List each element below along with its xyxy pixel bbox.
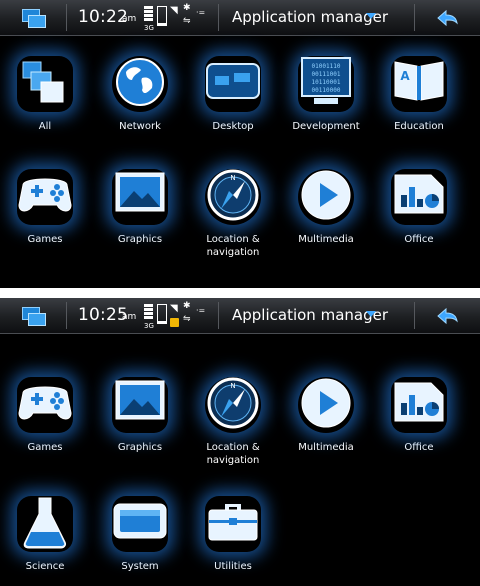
category-label: Network — [119, 121, 161, 132]
category-label: All — [38, 121, 52, 132]
page-title[interactable]: Application manager — [232, 8, 388, 26]
category-office[interactable]: Office — [372, 373, 466, 454]
category-label: Multimedia — [298, 442, 354, 453]
back-button[interactable] — [430, 304, 462, 328]
usb-icon: ⇋ — [183, 16, 191, 26]
category-system[interactable]: System — [93, 492, 187, 573]
category-desktop[interactable]: Desktop — [186, 52, 280, 133]
category-multimedia[interactable]: Multimedia — [279, 373, 373, 454]
picture-icon — [115, 380, 165, 420]
page-title[interactable]: Application manager — [232, 306, 388, 324]
usb-icon: ⇋ — [183, 314, 191, 324]
book-letter: A — [400, 69, 410, 83]
chart-document-icon — [394, 382, 444, 422]
category-label: Utilities — [214, 561, 252, 572]
clock-ampm: am — [122, 312, 137, 322]
category-label: Science — [25, 561, 65, 572]
clock-ampm: am — [122, 14, 137, 24]
compass-north: N — [230, 174, 235, 182]
app-manager-screen-2: 10:25 am 3G ◥ ✱ ⇋ ·= Application manager… — [0, 298, 480, 586]
battery-icon — [144, 304, 153, 320]
chart-document-icon — [394, 174, 444, 214]
category-label: Games — [27, 442, 63, 453]
gamepad-icon — [18, 178, 72, 212]
compass-icon: N — [207, 169, 259, 221]
category-utilities[interactable]: Utilities — [186, 492, 280, 573]
category-office[interactable]: Office — [372, 165, 466, 246]
bluetooth-icon: ✱ — [183, 301, 191, 311]
more-status-icon: ·= — [196, 8, 206, 17]
signal-icon — [157, 6, 167, 26]
category-label: Games — [27, 234, 63, 245]
bluetooth-icon: ✱ — [183, 3, 191, 13]
category-games[interactable]: Games — [0, 165, 92, 246]
status-bar: 10:22 am 3G ◥ ✱ ⇋ ·= Application manager — [0, 0, 480, 36]
dev-icon-text: 10110001 — [312, 79, 341, 86]
task-switcher-icon[interactable] — [18, 304, 50, 328]
wifi-icon: ◥ — [170, 303, 178, 314]
stacked-windows-icon — [22, 61, 64, 103]
dev-icon-text: 00111001 — [312, 71, 341, 78]
network-type: 3G — [144, 322, 154, 330]
chevron-down-icon[interactable] — [366, 311, 376, 317]
category-graphics[interactable]: Graphics — [93, 165, 187, 246]
category-education[interactable]: A Education — [372, 52, 466, 133]
category-development[interactable]: 01001110 00111001 10110001 00110000 Deve… — [279, 52, 373, 133]
clock[interactable]: 10:25 — [78, 305, 128, 325]
category-all[interactable]: All — [0, 52, 92, 133]
category-location[interactable]: N Location & navigation — [186, 165, 280, 259]
play-icon — [301, 170, 351, 220]
category-label: Graphics — [117, 442, 163, 453]
category-label: Desktop — [212, 121, 254, 132]
network-type: 3G — [144, 24, 154, 32]
category-label: Graphics — [117, 234, 163, 245]
category-location[interactable]: N Location & navigation — [186, 373, 280, 467]
category-label: Location & navigation — [206, 442, 260, 466]
category-science[interactable]: Science — [0, 492, 92, 573]
category-label: Office — [404, 442, 434, 453]
gamepad-icon — [18, 386, 72, 420]
category-label: Education — [394, 121, 444, 132]
compass-north: N — [230, 382, 235, 390]
back-arrow-icon — [437, 307, 458, 325]
dev-icon-text: 01001110 — [312, 63, 341, 70]
category-multimedia[interactable]: Multimedia — [279, 165, 373, 246]
back-button[interactable] — [430, 6, 462, 30]
category-label: Development — [292, 121, 360, 132]
battery-icon — [144, 6, 153, 22]
task-switcher-icon[interactable] — [18, 6, 50, 30]
desktop-widgets-icon — [206, 63, 260, 99]
dev-icon-text: 00110000 — [312, 87, 341, 94]
clock[interactable]: 10:22 — [78, 7, 128, 27]
play-icon — [301, 378, 351, 428]
wifi-icon: ◥ — [170, 5, 178, 16]
compass-icon: N — [207, 377, 259, 429]
category-label: Multimedia — [298, 234, 354, 245]
chevron-down-icon[interactable] — [366, 13, 376, 19]
warning-icon — [170, 318, 179, 327]
category-network[interactable]: Network — [93, 52, 187, 133]
app-manager-screen-1: 10:22 am 3G ◥ ✱ ⇋ ·= Application manager… — [0, 0, 480, 288]
globe-icon — [116, 58, 164, 106]
flask-icon — [23, 497, 66, 549]
back-arrow-icon — [437, 9, 458, 27]
category-label: Office — [404, 234, 434, 245]
category-label: Location & navigation — [206, 234, 260, 258]
signal-icon — [157, 304, 167, 324]
toolbox-icon — [208, 504, 258, 541]
category-games[interactable]: Games — [0, 373, 92, 454]
device-icon — [113, 503, 167, 539]
category-graphics[interactable]: Graphics — [93, 373, 187, 454]
picture-icon — [115, 172, 165, 212]
binary-monitor-icon: 01001110 00111001 10110001 00110000 — [301, 57, 351, 104]
more-status-icon: ·= — [196, 306, 206, 315]
book-icon: A — [394, 61, 444, 101]
category-label: System — [121, 561, 159, 572]
status-bar: 10:25 am 3G ◥ ✱ ⇋ ·= Application manager — [0, 298, 480, 334]
